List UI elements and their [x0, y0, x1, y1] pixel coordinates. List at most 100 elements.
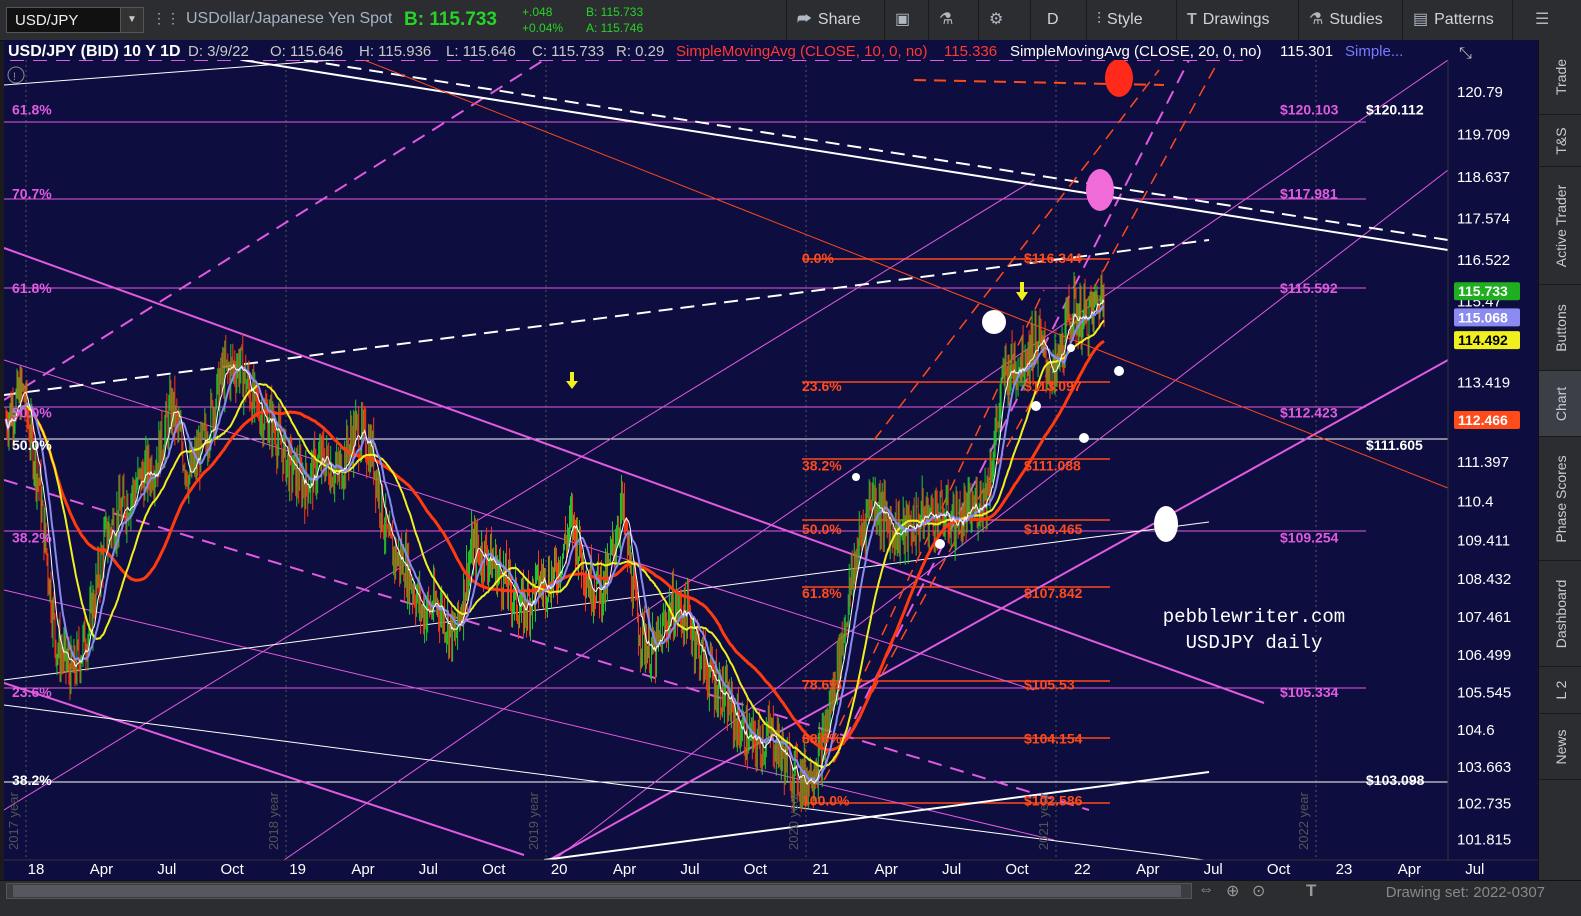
- y-tick-label: 109.411: [1457, 532, 1510, 549]
- collapse-icon[interactable]: ⤡: [1459, 45, 1472, 62]
- x-tick-label: Oct: [482, 861, 506, 878]
- fib-level-label: 70.7%: [12, 186, 52, 202]
- fib-level-label: 100.0%: [802, 792, 850, 808]
- target-marker-white: [1154, 506, 1178, 542]
- ask-small: A: 115.746: [586, 21, 644, 35]
- menu-button[interactable]: ☰: [1512, 0, 1581, 40]
- symbol-text: USD/JPY: [15, 12, 79, 29]
- fib-price-label: $112.423: [1280, 405, 1338, 421]
- studies-button[interactable]: ⚗ Studies: [1298, 0, 1402, 40]
- header-open: O: 115.646: [270, 43, 343, 60]
- svg-text:112.466: 112.466: [1458, 412, 1508, 428]
- fib-price-label: $107.842: [1024, 585, 1083, 601]
- fib-price-label: $116.344: [1024, 250, 1082, 266]
- tab-level2[interactable]: L 2: [1539, 667, 1581, 714]
- symbol-linking-icon[interactable]: ⋮⋮: [152, 10, 180, 27]
- fib-level-label: 38.2%: [12, 530, 52, 546]
- fib-level-label: 50.0%: [12, 437, 52, 453]
- scroll-arrows-icon[interactable]: ⇔: [1198, 881, 1214, 899]
- x-tick-label: Jul: [1465, 861, 1484, 878]
- tab-buttons[interactable]: Buttons: [1539, 285, 1581, 371]
- share-icon: ⮫: [797, 11, 812, 28]
- target-marker-pink: [1086, 169, 1114, 211]
- tab-phase-scores[interactable]: Phase Scores: [1539, 437, 1581, 561]
- style-button[interactable]: ⫶ Style: [1086, 0, 1176, 40]
- tab-active-trader[interactable]: Active Trader: [1539, 167, 1581, 285]
- lab-button[interactable]: ⚗: [928, 0, 978, 40]
- header-low: L: 115.646: [446, 43, 516, 60]
- tab-chart[interactable]: Chart: [1539, 371, 1581, 437]
- flexible-grid-button[interactable]: ▣: [884, 0, 928, 40]
- x-tick-label: Apr: [90, 861, 113, 878]
- x-tick-label: 20: [551, 861, 568, 878]
- x-tick-label: Oct: [221, 861, 245, 878]
- fib-price-label: $104.154: [1024, 731, 1083, 747]
- drawings-button[interactable]: T Drawings: [1176, 0, 1298, 40]
- sma20-label: SimpleMovingAvg (CLOSE, 20, 0, no): [1010, 43, 1262, 60]
- header-close: C: 115.733: [532, 43, 604, 60]
- year-label: 2018 year: [266, 792, 281, 850]
- scrollbar-thumb[interactable]: [13, 885, 1181, 897]
- fib-level-label: 61.8%: [12, 102, 52, 118]
- x-tick-label: Apr: [351, 861, 374, 878]
- change-pct: +0.04%: [522, 21, 564, 35]
- x-tick-label: Apr: [875, 861, 898, 878]
- symbol-selector[interactable]: USD/JPY ▼: [6, 7, 144, 33]
- x-tick-label: Apr: [1398, 861, 1421, 878]
- price-chart[interactable]: 2017 year 2018 year 2019 year 2020 year 20 21…: [4, 40, 1538, 880]
- drawing-set-label[interactable]: Drawing set: 2022-0307: [1386, 884, 1545, 901]
- y-tick-label: 102.735: [1457, 795, 1511, 812]
- text-tool-icon[interactable]: T: [1306, 881, 1316, 901]
- x-tick-label: Jul: [419, 861, 438, 878]
- x-tick-label: Oct: [1267, 861, 1291, 878]
- patterns-button[interactable]: ▤ Patterns: [1402, 0, 1512, 40]
- top-toolbar: USD/JPY ▼ ⋮⋮ USDollar/Japanese Yen Spot …: [0, 0, 1581, 41]
- year-label: 2022 year: [1296, 792, 1311, 850]
- fib-level-label: 61.8%: [802, 585, 842, 601]
- y-tick-label: 101.815: [1457, 832, 1511, 849]
- year-label: 2017 year: [6, 792, 21, 850]
- flask-icon: ⚗: [939, 11, 954, 28]
- fib-price-label: $109.254: [1280, 530, 1339, 546]
- y-tick-label: 103.663: [1457, 759, 1511, 776]
- fib-price-label: $111.088: [1024, 457, 1081, 473]
- x-tick-label: Oct: [744, 861, 768, 878]
- share-button[interactable]: ⮫ Share: [786, 0, 884, 40]
- menu-icon: ☰: [1535, 11, 1550, 28]
- marker-dot: [935, 539, 945, 549]
- svg-text:⤡: ⤡: [1459, 45, 1472, 62]
- marker-dot: [1079, 433, 1089, 443]
- y-tick-label: 107.461: [1457, 609, 1511, 626]
- tab-time-and-sales[interactable]: T&S: [1539, 115, 1581, 167]
- y-tick-label: 116.522: [1457, 252, 1510, 269]
- price-marker: 115.068: [1454, 308, 1520, 327]
- marker-dot: [1031, 401, 1041, 411]
- watermark-line1: pebblewriter.com: [1163, 606, 1345, 628]
- y-tick-label: 117.574: [1457, 211, 1510, 228]
- sma10-value: 115.336: [944, 43, 997, 60]
- chevron-down-icon[interactable]: ▼: [120, 8, 143, 32]
- fib-level-label: 23.6%: [12, 684, 52, 700]
- fib-price-label: $115.592: [1280, 280, 1338, 296]
- symbol-description: USDollar/Japanese Yen Spot: [186, 10, 393, 27]
- chart-title: USD/JPY (BID) 10 Y 1D: [8, 43, 181, 60]
- marker-dot: [852, 473, 860, 481]
- more-studies-label[interactable]: Simple...: [1345, 43, 1403, 60]
- svg-text:114.492: 114.492: [1458, 332, 1508, 348]
- sma20-value: 115.301: [1280, 43, 1333, 60]
- header-range: R: 0.29: [616, 43, 664, 60]
- y-tick-label: 110.4: [1457, 493, 1493, 510]
- chart-area[interactable]: 2017 year 2018 year 2019 year 2020 year 20 21…: [4, 40, 1538, 880]
- time-scrollbar[interactable]: [6, 883, 1192, 899]
- x-tick-label: 22: [1074, 861, 1091, 878]
- interval-button[interactable]: D: [1030, 0, 1086, 40]
- settings-button[interactable]: ⚙: [978, 0, 1030, 40]
- tab-news[interactable]: News: [1539, 714, 1581, 780]
- fib-price-label: $113.097: [1024, 378, 1082, 394]
- price-marker: 115.733: [1454, 282, 1520, 301]
- zoom-icon[interactable]: ⊙: [1252, 881, 1265, 901]
- crosshair-icon[interactable]: ⊕: [1226, 881, 1239, 901]
- tab-dashboard[interactable]: Dashboard: [1539, 561, 1581, 667]
- tab-trade[interactable]: Trade: [1539, 40, 1581, 115]
- x-tick-label: Oct: [1005, 861, 1029, 878]
